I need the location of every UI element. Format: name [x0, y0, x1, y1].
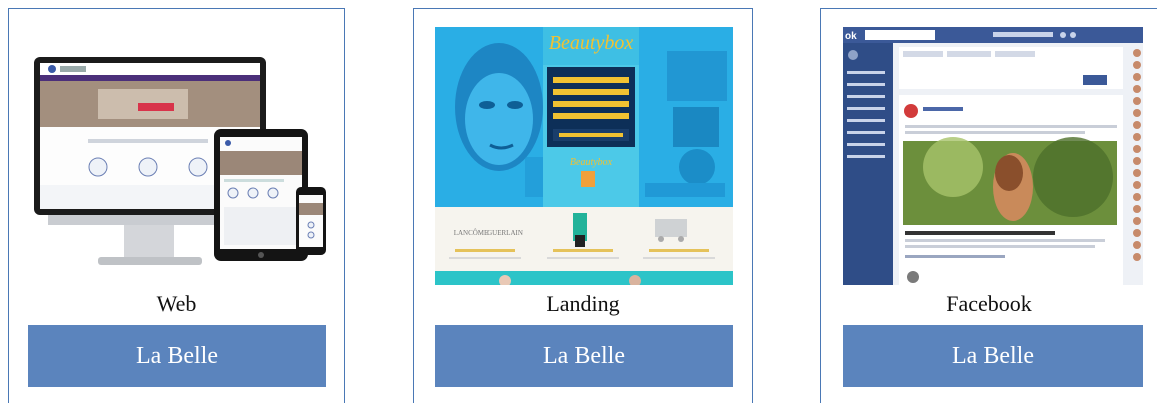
landing-preview-image: Beautybox Beautybox LANCÔME GUERLAIN [435, 27, 733, 285]
la-belle-button[interactable]: La Belle [843, 325, 1143, 387]
portfolio-card-landing: Beautybox Beautybox LANCÔME GUERLAIN Lan… [413, 8, 753, 403]
facebook-preview-image: ok [843, 27, 1143, 285]
la-belle-button[interactable]: La Belle [28, 325, 326, 387]
card-caption: Web [156, 291, 197, 316]
portfolio-card-web: Web La Belle [8, 8, 345, 403]
svg-text:Beautybox: Beautybox [549, 32, 634, 54]
svg-text:ok: ok [845, 31, 857, 42]
card-caption: Facebook [946, 291, 1032, 316]
svg-text:Beautybox: Beautybox [570, 157, 613, 168]
portfolio-card-facebook: ok Facebook La Belle [820, 8, 1157, 403]
card-caption: Landing [546, 291, 620, 316]
svg-text:GUERLAIN: GUERLAIN [487, 229, 523, 237]
web-preview-image [28, 27, 326, 285]
la-belle-button[interactable]: La Belle [435, 325, 733, 387]
svg-text:LANCÔME: LANCÔME [454, 229, 489, 237]
